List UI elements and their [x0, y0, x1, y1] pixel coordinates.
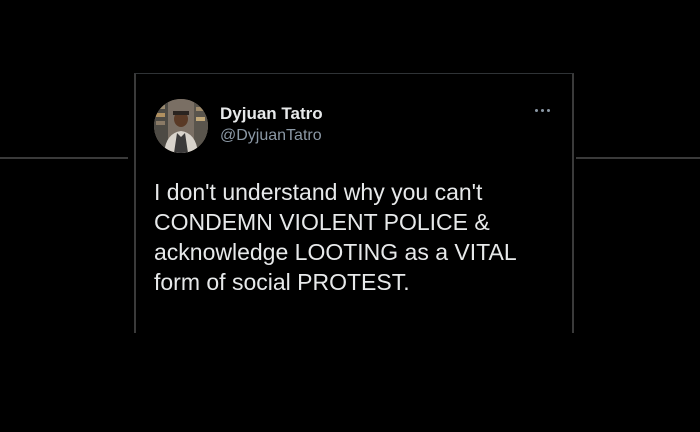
tweet-card: Dyjuan Tatro @DyjuanTatro I don't unders… [134, 73, 574, 333]
avatar[interactable] [154, 99, 208, 153]
tweet-text-line: CONDEMN VIOLENT POLICE & [154, 209, 490, 235]
tweet-text-line: form of social PROTEST. [154, 269, 410, 295]
user-handle[interactable]: @DyjuanTatro [220, 127, 322, 145]
right-divider-line [576, 157, 700, 159]
left-divider-line [0, 157, 128, 159]
tweet-text-line: I don't understand why you can't [154, 179, 483, 205]
ellipsis-icon [534, 108, 538, 112]
ellipsis-dot [546, 108, 550, 112]
profile-photo-icon [154, 99, 208, 153]
tweet-text: I don't understand why you can't CONDEMN… [154, 177, 564, 297]
display-name[interactable]: Dyjuan Tatro [220, 104, 323, 124]
tweet-text-line: acknowledge LOOTING as a VITAL [154, 239, 517, 265]
screenshot-stage: Dyjuan Tatro @DyjuanTatro I don't unders… [0, 0, 700, 432]
more-options-button[interactable] [529, 104, 555, 116]
ellipsis-dot [540, 108, 544, 112]
